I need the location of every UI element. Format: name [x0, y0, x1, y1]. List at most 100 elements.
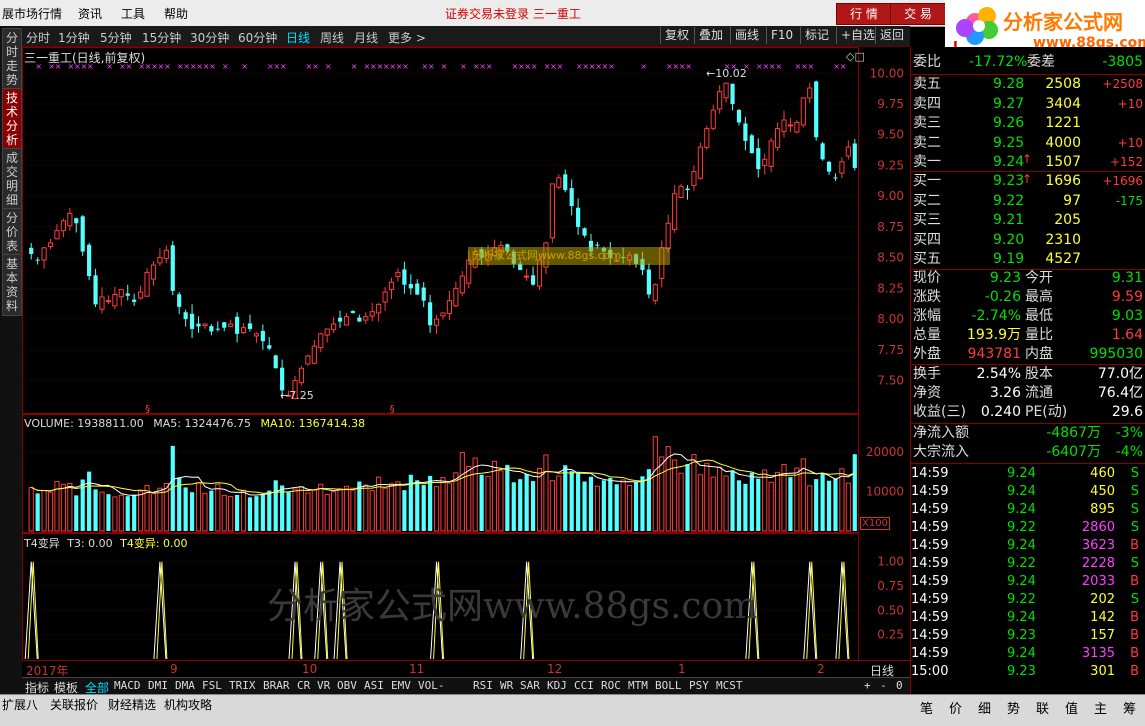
- volume-bar: [112, 496, 118, 532]
- trade-button[interactable]: 交 易: [890, 3, 946, 25]
- ask-price: 9.24: [993, 154, 1025, 170]
- volume-unit-badge: X100: [860, 517, 890, 530]
- chart-area[interactable]: 10.00 9.75 9.50 9.25 9.00 8.75 8.50 8.25 8.00 7.7…: [22, 47, 910, 662]
- tick-row: 14:59 9.24 450 S: [911, 483, 1143, 501]
- candle-body: [646, 269, 651, 295]
- candle-body: [105, 300, 112, 303]
- tab-price-table[interactable]: 分价表: [2, 208, 22, 256]
- candle-body: [459, 275, 465, 294]
- volume-bar: [125, 496, 130, 531]
- indicator-tab-roc[interactable]: ROC: [601, 679, 621, 692]
- stat-label: 内盘: [1025, 346, 1053, 362]
- indicator-tab-fsl[interactable]: FSL: [202, 679, 222, 692]
- right-tab[interactable]: 筹: [1117, 698, 1142, 717]
- signal-mark: ×: [351, 62, 358, 71]
- indicator-tab-mcst[interactable]: MCST: [716, 679, 743, 692]
- indicator-tab-emv[interactable]: EMV: [391, 679, 411, 692]
- menu-item-tools[interactable]: 工具: [121, 5, 145, 22]
- period-tab-15min[interactable]: 15分钟: [142, 29, 181, 46]
- period-tab-weekly[interactable]: 周线: [320, 29, 344, 46]
- indicator-tab-psy[interactable]: PSY: [689, 679, 709, 692]
- period-tab-60min[interactable]: 60分钟: [238, 29, 277, 46]
- period-tab-monthly[interactable]: 月线: [354, 29, 378, 46]
- reset-button[interactable]: 0: [896, 679, 903, 692]
- zoom-out-button[interactable]: -: [880, 679, 887, 692]
- indicator-tab-rsi[interactable]: RSI: [473, 679, 493, 692]
- menu-item-help[interactable]: 帮助: [164, 5, 188, 22]
- draw-line-button[interactable]: 画线: [730, 27, 763, 44]
- right-tab[interactable]: 细: [972, 698, 997, 717]
- period-tab-more[interactable]: 更多 >: [388, 29, 426, 46]
- bottom-tab-finance-picks[interactable]: 财经精选: [108, 696, 156, 713]
- add-watchlist-button[interactable]: +自选: [836, 27, 879, 44]
- indicator-tab-dma[interactable]: DMA: [175, 679, 195, 692]
- candle-body: [582, 228, 587, 236]
- right-tab[interactable]: 值: [1059, 698, 1084, 717]
- indicator-tab-kdj[interactable]: KDJ: [547, 679, 567, 692]
- indicator-tab-cr[interactable]: CR: [297, 679, 310, 692]
- indicator-tick-label: 1.00: [877, 555, 904, 569]
- tick-time: 14:59: [911, 628, 949, 643]
- bottom-tab-related-quotes[interactable]: 关联报价: [50, 696, 98, 713]
- bottom-tab-extension[interactable]: 扩展八: [2, 696, 38, 713]
- volume-bar: [228, 496, 234, 532]
- bid-change: +1696: [1102, 174, 1143, 188]
- volume-bar: [723, 475, 729, 532]
- quote-button[interactable]: 行 情: [836, 3, 892, 25]
- tick-volume: 2228: [1081, 556, 1115, 571]
- period-tab-daily[interactable]: 日线: [286, 29, 310, 46]
- watermark-banner: 分析家公式网www.88gs.com: [468, 247, 670, 265]
- tab-technical-analysis[interactable]: 技术分析: [2, 88, 22, 150]
- indicator-tab-mtm[interactable]: MTM: [628, 679, 648, 692]
- right-tab[interactable]: 联: [1030, 698, 1055, 717]
- signal-mark: ×: [428, 62, 435, 71]
- volume-tick-label: 20000: [866, 445, 904, 459]
- zoom-in-button[interactable]: +: [864, 679, 871, 692]
- candle-body: [324, 328, 330, 336]
- stat-value: 9.31: [1111, 270, 1143, 286]
- indicator-tab-asi[interactable]: ASI: [364, 679, 384, 692]
- overlay-button[interactable]: 叠加: [694, 27, 727, 44]
- tab-intraday[interactable]: 分时走势: [2, 28, 22, 90]
- tab-fundamentals[interactable]: 基本资料: [2, 254, 22, 316]
- indicator-tab-dmi[interactable]: DMI: [148, 679, 168, 692]
- candle-body: [80, 216, 85, 252]
- period-tab-intraday[interactable]: 分时: [26, 29, 50, 46]
- indicator-tab-cci[interactable]: CCI: [574, 679, 594, 692]
- back-button[interactable]: 返回: [875, 27, 908, 44]
- indicator-tab-macd[interactable]: MACD: [114, 679, 141, 692]
- tab-trade-details[interactable]: 成交明细: [2, 148, 22, 210]
- period-tab-30min[interactable]: 30分钟: [190, 29, 229, 46]
- indicator-tab-obv[interactable]: OBV: [337, 679, 357, 692]
- chart-corner-icon[interactable]: ◇□: [846, 50, 865, 63]
- indicator-tab-wr[interactable]: WR: [500, 679, 513, 692]
- right-tab[interactable]: 价: [943, 698, 968, 717]
- mark-button[interactable]: 标记: [800, 27, 833, 44]
- right-tab[interactable]: 笔: [914, 698, 939, 717]
- bid-label: 买五: [913, 251, 941, 267]
- adjust-button[interactable]: 复权: [660, 27, 693, 44]
- period-tab-5min[interactable]: 5分钟: [100, 29, 132, 46]
- indicator-tab-boll[interactable]: BOLL: [655, 679, 682, 692]
- candle-body: [189, 313, 195, 329]
- signal-mark: ×: [557, 62, 564, 71]
- candle-body: [549, 183, 555, 239]
- right-tab[interactable]: 主: [1088, 698, 1113, 717]
- volume-bar: [138, 490, 144, 532]
- volume-bar: [736, 480, 742, 531]
- indicator-tab-sar[interactable]: SAR: [520, 679, 540, 692]
- indicator-tab-trix[interactable]: TRIX: [229, 679, 256, 692]
- bottom-tab-institution-guide[interactable]: 机构攻略: [164, 696, 212, 713]
- period-tab-1min[interactable]: 1分钟: [58, 29, 90, 46]
- f10-button[interactable]: F10: [766, 27, 797, 44]
- tick-price: 9.24: [1007, 646, 1036, 661]
- right-tab[interactable]: 势: [1001, 698, 1026, 717]
- indicator-tab-vr[interactable]: VR: [317, 679, 330, 692]
- candle-body: [556, 177, 562, 188]
- candle-body: [839, 161, 845, 174]
- indicator-tab-brar[interactable]: BRAR: [263, 679, 290, 692]
- tick-time: 14:59: [911, 556, 949, 571]
- menu-item-news[interactable]: 资讯: [78, 5, 102, 22]
- candle-body: [672, 193, 678, 230]
- volume-legend: VOLUME: 1938811.00 MA5: 1324476.75 MA10:…: [24, 417, 365, 430]
